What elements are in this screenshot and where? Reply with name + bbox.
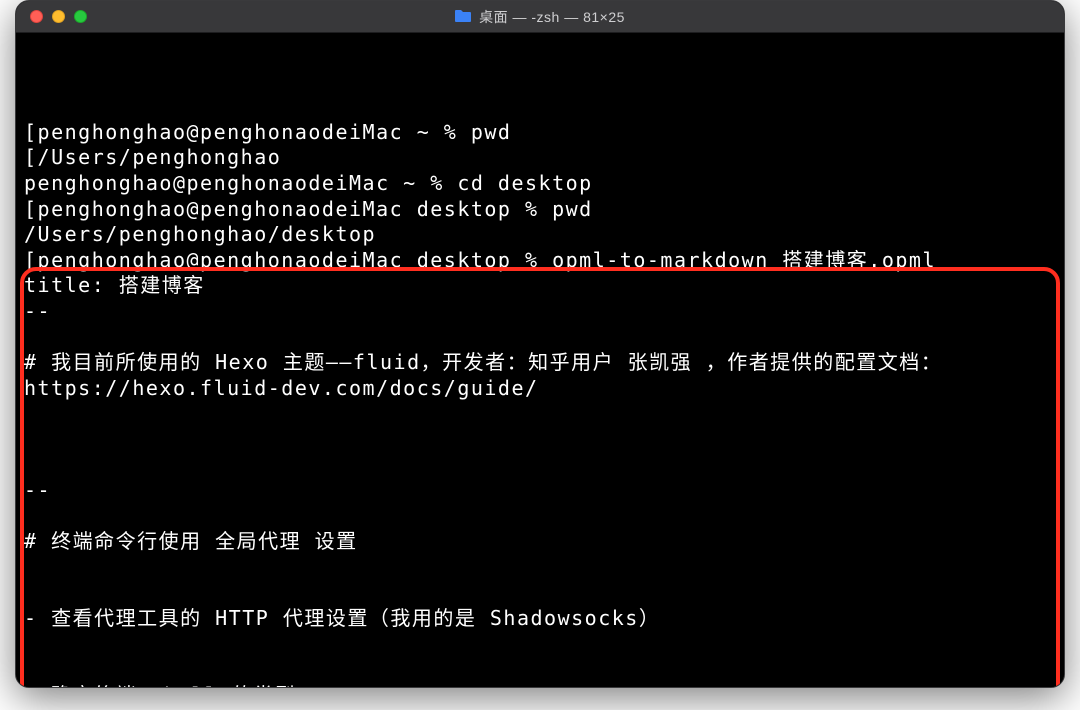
terminal-line: - 查看代理工具的 HTTP 代理设置（我用的是 Shadowsocks） bbox=[24, 606, 1056, 632]
terminal-line: /Users/penghonghao/desktop bbox=[24, 222, 1056, 248]
terminal-line: -- bbox=[24, 299, 1056, 325]
terminal-window: 桌面 — -zsh — 81×25 [penghonghao@penghonao… bbox=[15, 0, 1065, 688]
minimize-icon[interactable] bbox=[52, 10, 65, 23]
terminal-line bbox=[24, 427, 1056, 453]
terminal-line bbox=[24, 325, 1056, 351]
terminal-line bbox=[24, 555, 1056, 581]
terminal-line bbox=[24, 580, 1056, 606]
terminal-line: -- bbox=[24, 478, 1056, 504]
terminal-line: [/Users/penghonghao bbox=[24, 145, 1056, 171]
terminal-line bbox=[24, 632, 1056, 658]
terminal-line bbox=[24, 453, 1056, 479]
terminal-line: # 终端命令行使用 全局代理 设置 bbox=[24, 529, 1056, 555]
terminal-line: # 我目前所使用的 Hexo 主题——fluid，开发者：知乎用户 张凯强 ，作… bbox=[24, 350, 1056, 376]
window-title: 桌面 — -zsh — 81×25 bbox=[16, 7, 1064, 27]
window-controls bbox=[30, 10, 87, 23]
terminal-line bbox=[24, 401, 1056, 427]
window-title-text: 桌面 — -zsh — 81×25 bbox=[479, 7, 625, 27]
terminal-line bbox=[24, 504, 1056, 530]
terminal-line: https://hexo.fluid-dev.com/docs/guide/ bbox=[24, 376, 1056, 402]
terminal-line: - 确定终端 shell 的类型 bbox=[24, 683, 1056, 688]
folder-icon bbox=[455, 9, 471, 25]
terminal-body[interactable]: [penghonghao@penghonaodeiMac ~ % pwd[/Us… bbox=[16, 33, 1064, 688]
terminal-line: [penghonghao@penghonaodeiMac desktop % p… bbox=[24, 197, 1056, 223]
terminal-line: [penghonghao@penghonaodeiMac desktop % o… bbox=[24, 248, 1056, 274]
titlebar[interactable]: 桌面 — -zsh — 81×25 bbox=[16, 1, 1064, 33]
terminal-line: penghonghao@penghonaodeiMac ~ % cd deskt… bbox=[24, 171, 1056, 197]
terminal-line: [penghonghao@penghonaodeiMac ~ % pwd bbox=[24, 120, 1056, 146]
maximize-icon[interactable] bbox=[74, 10, 87, 23]
terminal-line bbox=[24, 657, 1056, 683]
terminal-line: title: 搭建博客 bbox=[24, 273, 1056, 299]
close-icon[interactable] bbox=[30, 10, 43, 23]
